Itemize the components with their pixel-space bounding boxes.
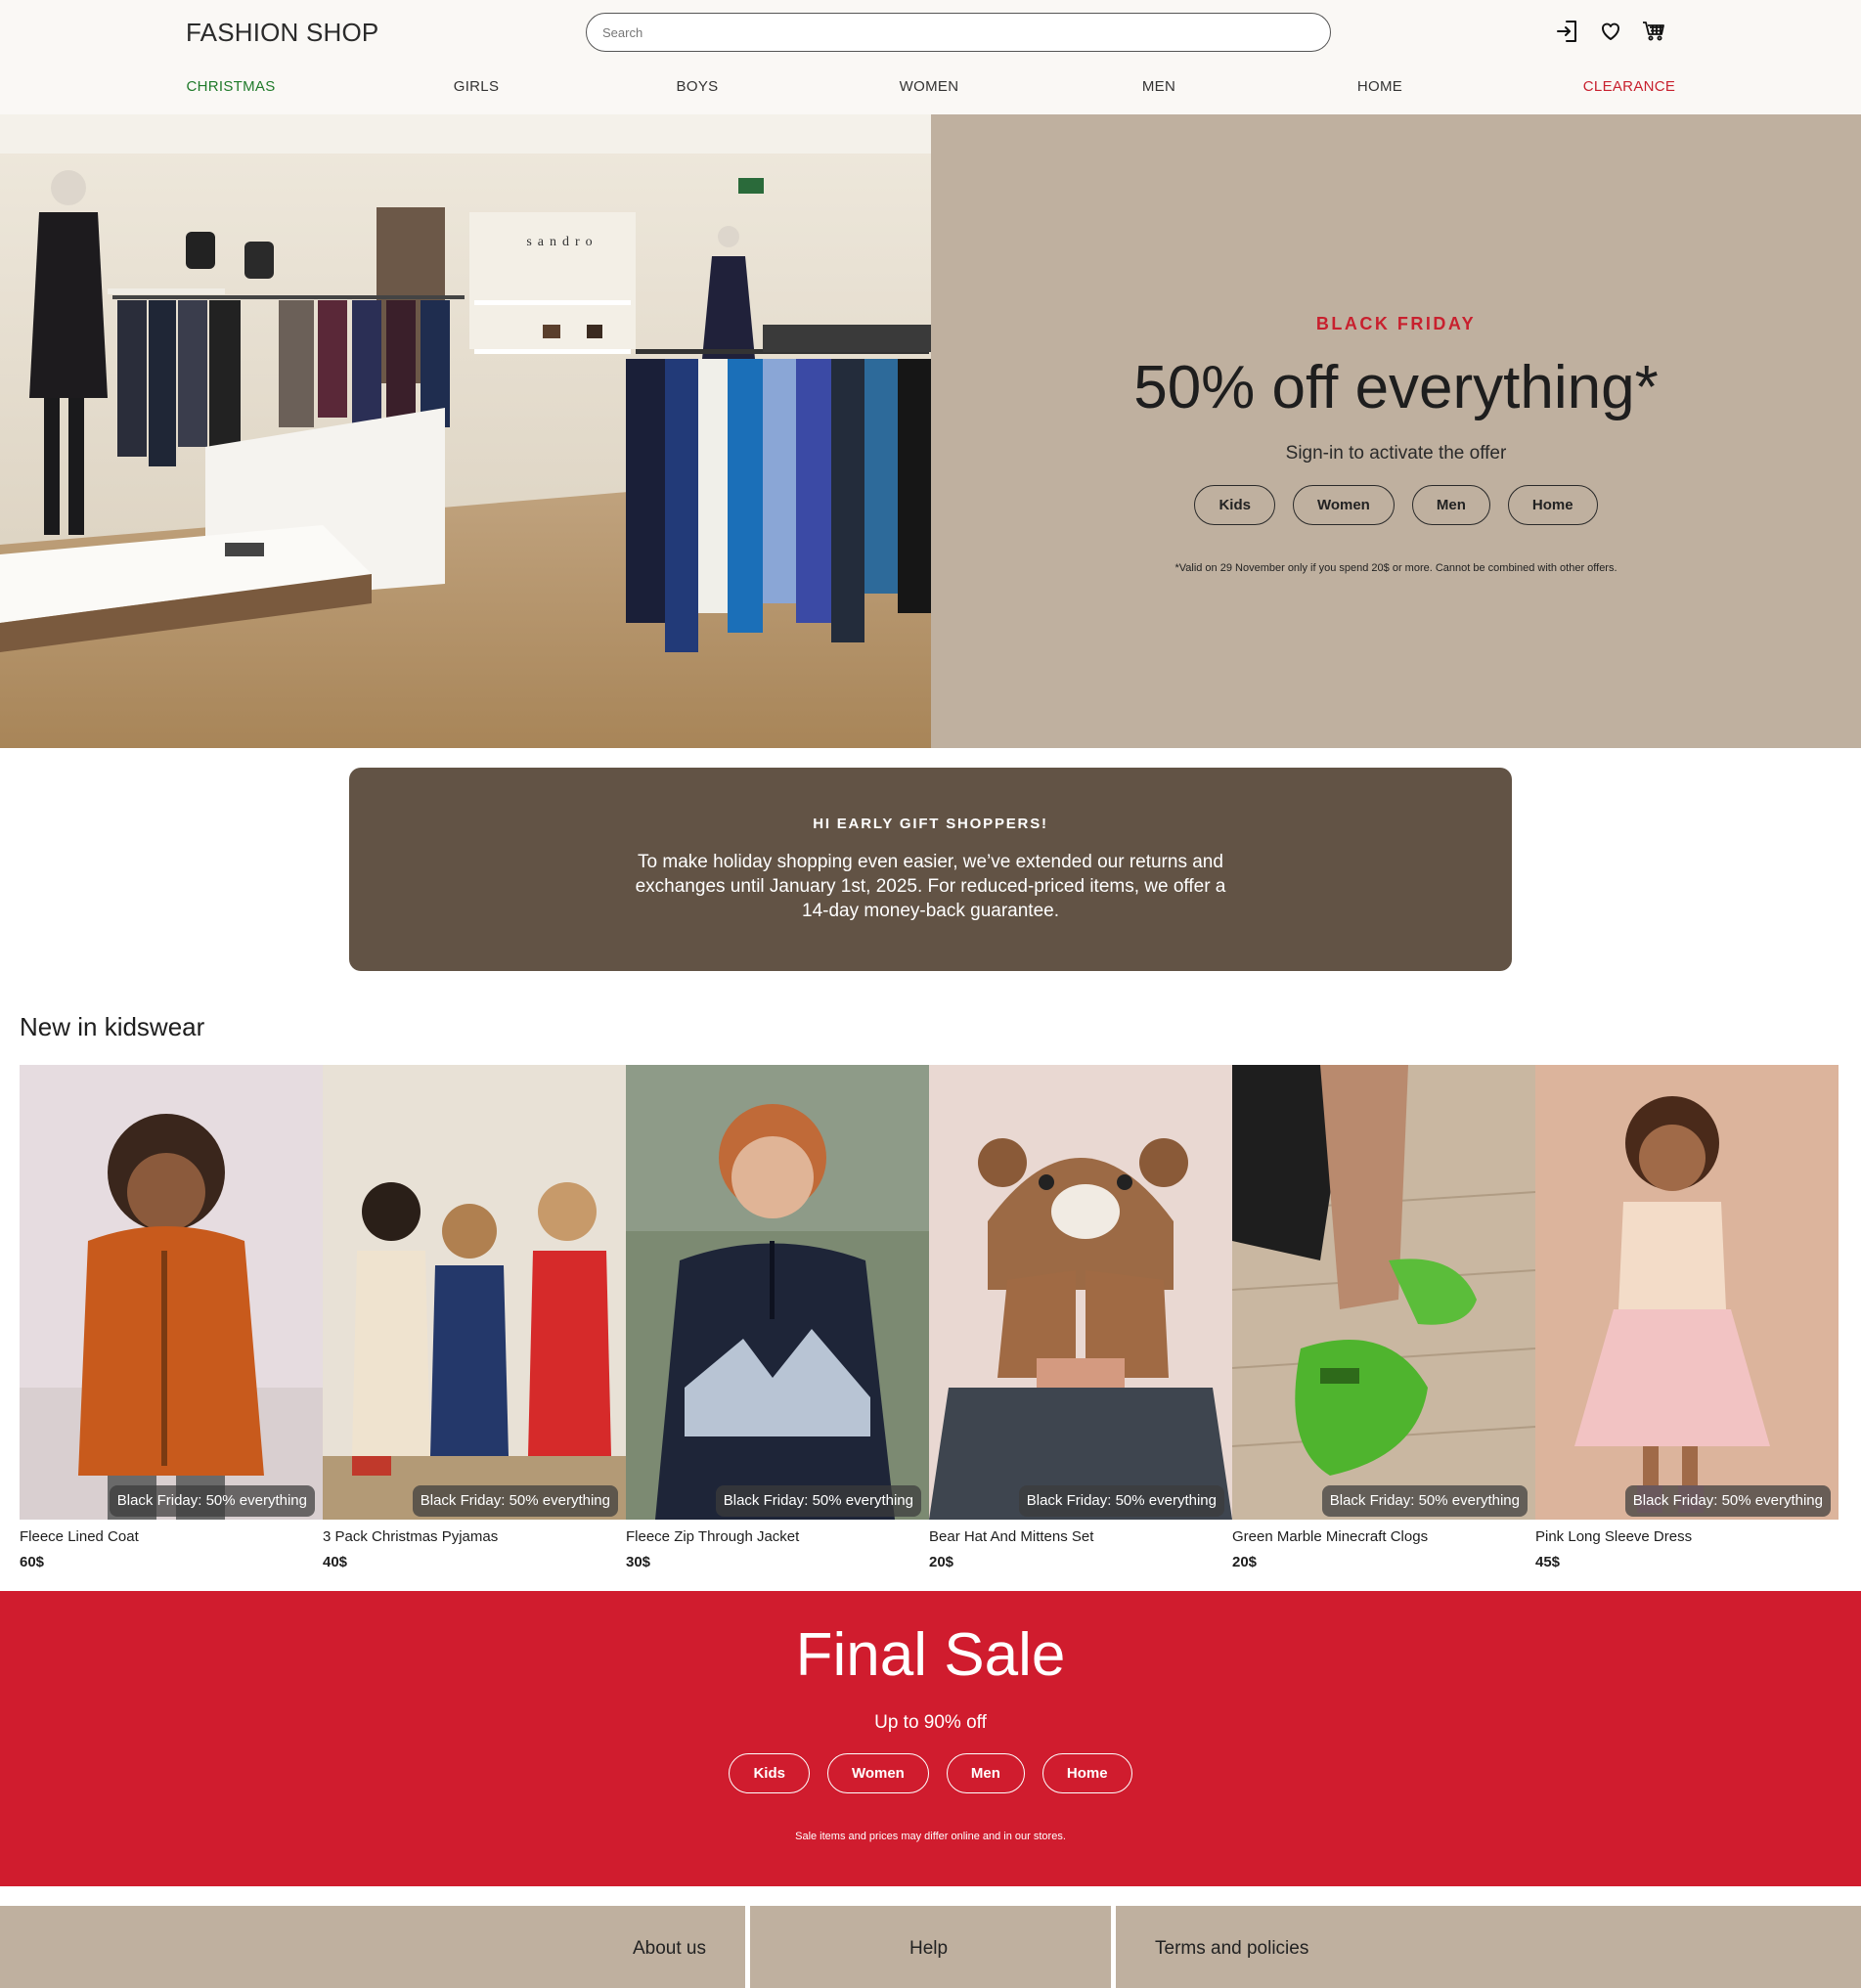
product-price: 30$: [626, 1554, 651, 1570]
hero-men-button[interactable]: Men: [1411, 485, 1490, 525]
site-logo[interactable]: FASHION SHOP: [186, 18, 378, 48]
product-image[interactable]: [1232, 1065, 1535, 1520]
product-card[interactable]: Black Friday: 50% everything Fleece Line…: [20, 1065, 323, 1583]
product-card[interactable]: Black Friday: 50% everything Fleece Zip …: [626, 1065, 929, 1583]
hero-title: 50% off everything*: [1133, 354, 1659, 421]
site-footer: About us Help Terms and policies: [0, 1906, 1861, 1988]
store-sign: sandro: [526, 235, 598, 249]
hero-home-button[interactable]: Home: [1507, 485, 1598, 525]
footer-about-label[interactable]: About us: [633, 1938, 706, 1960]
nav-men[interactable]: MEN: [1142, 78, 1175, 95]
sale-title: Final Sale: [795, 1621, 1066, 1689]
product-price: 40$: [323, 1554, 348, 1570]
hero-kids-button[interactable]: Kids: [1194, 485, 1275, 525]
product-name[interactable]: Fleece Lined Coat: [20, 1528, 139, 1545]
hero-category-buttons: Kids Women Men Home: [931, 485, 1861, 525]
nav-clearance[interactable]: CLEARANCE: [1583, 78, 1675, 95]
sale-disclaimer: Sale items and prices may differ online …: [795, 1831, 1066, 1842]
hero-store-image: sandro: [0, 114, 931, 748]
sign-in-icon[interactable]: [1554, 18, 1581, 45]
hero-disclaimer: *Valid on 29 November only if you spend …: [1174, 562, 1617, 574]
cart-icon[interactable]: [1640, 18, 1667, 45]
nav-home[interactable]: HOME: [1357, 78, 1402, 95]
product-image[interactable]: [323, 1065, 626, 1520]
kidswear-section-title: New in kidswear: [20, 1012, 205, 1041]
site-header: FASHION SHOP CHRISTMAS GIRLS BOYS WOMEN …: [0, 0, 1861, 114]
gift-banner-title: HI EARLY GIFT SHOPPERS!: [813, 816, 1048, 832]
search-box[interactable]: [586, 13, 1331, 52]
sale-men-button[interactable]: Men: [946, 1753, 1025, 1793]
product-badge: Black Friday: 50% everything: [1018, 1485, 1224, 1517]
footer-terms-label[interactable]: Terms and policies: [1155, 1938, 1308, 1960]
product-name[interactable]: Pink Long Sleeve Dress: [1535, 1528, 1692, 1545]
kidswear-product-grid: Black Friday: 50% everything Fleece Line…: [20, 1065, 1841, 1583]
product-image[interactable]: [626, 1065, 929, 1520]
sale-category-buttons: Kids Women Men Home: [0, 1753, 1861, 1793]
hero-banner: sandro BLACK FRIDAY 50% off everything* …: [0, 114, 1861, 748]
product-card[interactable]: Black Friday: 50% everything Bear Hat An…: [929, 1065, 1232, 1583]
product-image[interactable]: [929, 1065, 1232, 1520]
footer-help-label[interactable]: Help: [909, 1938, 948, 1960]
footer-help[interactable]: Help: [750, 1906, 1111, 1988]
product-image[interactable]: [20, 1065, 323, 1520]
footer-terms[interactable]: Terms and policies: [1116, 1906, 1861, 1988]
gift-shoppers-banner: HI EARLY GIFT SHOPPERS! To make holiday …: [349, 768, 1512, 971]
hero-women-button[interactable]: Women: [1292, 485, 1395, 525]
hero-kicker: BLACK FRIDAY: [1315, 314, 1477, 333]
product-name[interactable]: Bear Hat And Mittens Set: [929, 1528, 1093, 1545]
gift-banner-body: To make holiday shopping even easier, we…: [635, 852, 1226, 921]
final-sale-banner: Final Sale Up to 90% off Kids Women Men …: [0, 1591, 1861, 1886]
heart-icon[interactable]: [1597, 18, 1624, 45]
product-badge: Black Friday: 50% everything: [109, 1485, 315, 1517]
product-name[interactable]: Fleece Zip Through Jacket: [626, 1528, 799, 1545]
product-price: 20$: [929, 1554, 954, 1570]
nav-boys[interactable]: BOYS: [677, 78, 719, 95]
product-badge: Black Friday: 50% everything: [412, 1485, 618, 1517]
product-image[interactable]: [1535, 1065, 1839, 1520]
product-price: 60$: [20, 1554, 45, 1570]
product-badge: Black Friday: 50% everything: [1321, 1485, 1528, 1517]
sale-home-button[interactable]: Home: [1041, 1753, 1132, 1793]
product-badge: Black Friday: 50% everything: [1624, 1485, 1831, 1517]
sale-women-button[interactable]: Women: [826, 1753, 929, 1793]
main-nav: CHRISTMAS GIRLS BOYS WOMEN MEN HOME CLEA…: [186, 78, 1675, 100]
product-name[interactable]: Green Marble Minecraft Clogs: [1232, 1528, 1428, 1545]
product-price: 45$: [1535, 1554, 1561, 1570]
product-badge: Black Friday: 50% everything: [715, 1485, 921, 1517]
product-price: 20$: [1232, 1554, 1258, 1570]
product-name[interactable]: 3 Pack Christmas Pyjamas: [323, 1528, 498, 1545]
search-input[interactable]: [587, 14, 1330, 51]
footer-about[interactable]: About us: [0, 1906, 745, 1988]
hero-subtitle: Sign-in to activate the offer: [1285, 443, 1507, 464]
product-card[interactable]: Black Friday: 50% everything Pink Long S…: [1535, 1065, 1839, 1583]
nav-girls[interactable]: GIRLS: [454, 78, 500, 95]
nav-christmas[interactable]: CHRISTMAS: [186, 78, 275, 95]
product-card[interactable]: Black Friday: 50% everything Green Marbl…: [1232, 1065, 1535, 1583]
sale-kids-button[interactable]: Kids: [729, 1753, 810, 1793]
hero-offer: BLACK FRIDAY 50% off everything* Sign-in…: [931, 114, 1861, 748]
nav-women[interactable]: WOMEN: [900, 78, 959, 95]
sale-subtitle: Up to 90% off: [874, 1712, 987, 1733]
product-card[interactable]: Black Friday: 50% everything 3 Pack Chri…: [323, 1065, 626, 1583]
